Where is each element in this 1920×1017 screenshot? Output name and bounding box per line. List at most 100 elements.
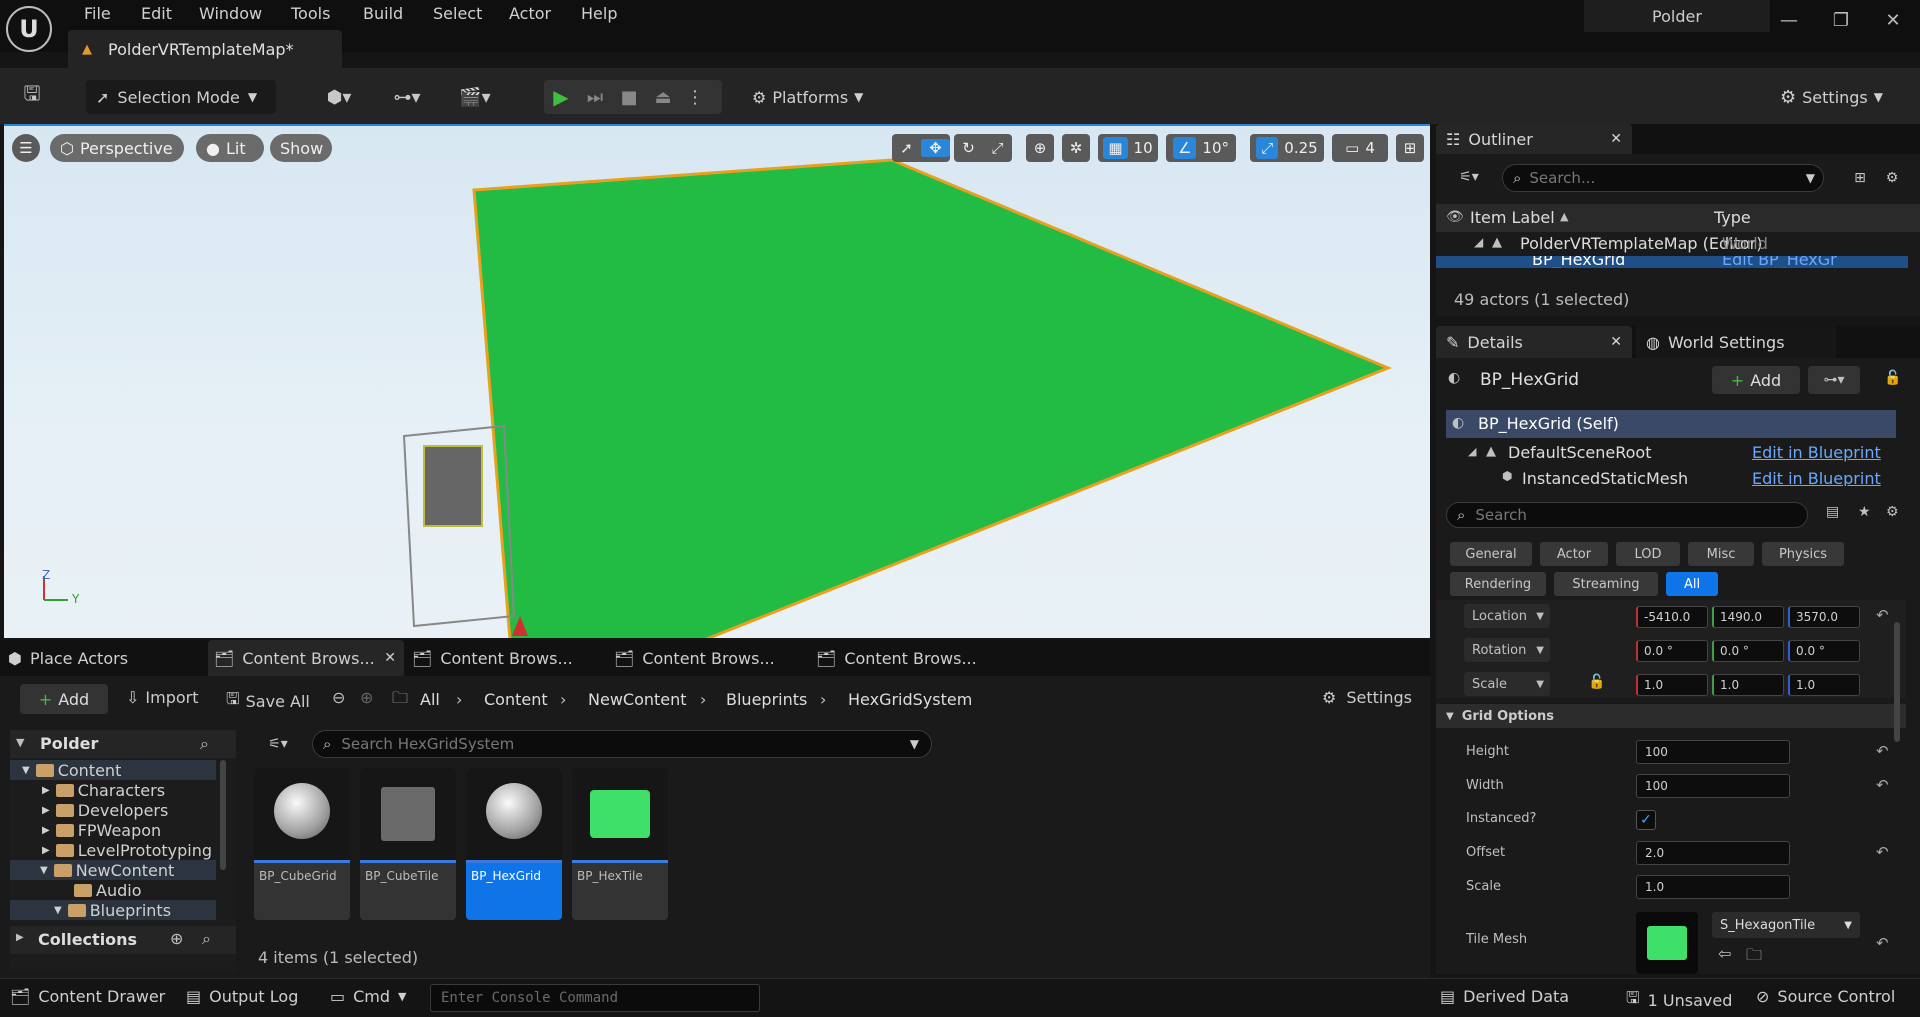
- add-actor-icon[interactable]: ⬢▾: [316, 84, 362, 110]
- translate-tool-icon[interactable]: ✥: [921, 139, 950, 157]
- rotation-snap-button[interactable]: ∠ 10°: [1166, 134, 1236, 162]
- stop-icon[interactable]: ■: [612, 87, 646, 108]
- offset-field[interactable]: 2.0: [1636, 841, 1790, 865]
- filter-general[interactable]: General: [1450, 542, 1532, 566]
- outliner-row-type[interactable]: Edit BP_HexGr: [1722, 256, 1837, 268]
- filter-lod[interactable]: LOD: [1616, 542, 1680, 566]
- world-local-icon[interactable]: ⊕: [1026, 134, 1054, 162]
- root-folder-header[interactable]: ▼ Polder ⌕: [10, 730, 236, 758]
- cb-add-button[interactable]: + Add: [20, 684, 108, 714]
- expand-icon[interactable]: ◢: [1468, 445, 1476, 458]
- rotation-x-field[interactable]: 0.0 °: [1636, 640, 1708, 662]
- play-icon[interactable]: ▶: [544, 85, 578, 109]
- menu-build[interactable]: Build: [363, 4, 403, 23]
- height-field[interactable]: 100: [1636, 740, 1790, 764]
- lit-button[interactable]: ● Lit: [196, 134, 264, 162]
- search-icon[interactable]: ⌕: [200, 734, 209, 754]
- asset-tile[interactable]: BP_HexTile: [572, 768, 668, 920]
- location-y-field[interactable]: 1490.0: [1712, 606, 1784, 628]
- advance-frame-icon[interactable]: ⏭: [578, 87, 612, 108]
- menu-actor[interactable]: Actor: [509, 4, 551, 23]
- derived-data-button[interactable]: ▤ Derived Data: [1440, 987, 1569, 1006]
- layout-icon[interactable]: ⊞: [1396, 134, 1424, 162]
- forward-icon[interactable]: ⊕: [360, 688, 373, 707]
- close-tab-icon[interactable]: ✕: [1610, 131, 1622, 147]
- menu-select[interactable]: Select: [433, 4, 482, 23]
- col-item-label[interactable]: Item Label: [1470, 208, 1555, 227]
- use-selected-icon[interactable]: ⇦: [1718, 944, 1731, 963]
- platforms-dropdown[interactable]: ⚙ Platforms ▼: [752, 80, 888, 114]
- location-dropdown[interactable]: Location ▼: [1464, 604, 1550, 628]
- details-scrollbar[interactable]: [1894, 622, 1900, 742]
- lock-icon[interactable]: 🔓: [1884, 370, 1901, 386]
- tree-scrollbar[interactable]: [220, 760, 226, 870]
- breadcrumb-content[interactable]: Content: [484, 690, 548, 709]
- menu-window[interactable]: Window: [199, 4, 262, 23]
- tab-outliner[interactable]: ☷ Outliner ✕: [1436, 124, 1632, 154]
- scale-dropdown[interactable]: Scale ▼: [1464, 672, 1550, 696]
- minimize-icon[interactable]: —: [1766, 2, 1812, 38]
- asset-tile[interactable]: BP_CubeGrid: [254, 768, 350, 920]
- table-row[interactable]: ◢ ▲ PolderVRTemplateMap (Editor) World: [1436, 232, 1908, 256]
- scale-x-field[interactable]: 1.0: [1636, 674, 1708, 696]
- tree-item-characters[interactable]: ▶ Characters: [10, 780, 165, 800]
- source-control-button[interactable]: ⊘ Source Control: [1756, 987, 1895, 1006]
- blueprint-icon[interactable]: ⊶▾: [384, 84, 430, 110]
- component-row-self[interactable]: ◐ BP_HexGrid (Self): [1446, 410, 1896, 438]
- tile-mesh-thumbnail[interactable]: [1636, 912, 1698, 974]
- breadcrumb-hexgridsystem[interactable]: HexGridSystem: [848, 690, 972, 709]
- add-collection-icon[interactable]: ⊕: [170, 929, 183, 948]
- instanced-checkbox[interactable]: ✓: [1636, 810, 1656, 830]
- close-tab-icon[interactable]: ✕: [384, 650, 396, 666]
- scale-tool-icon[interactable]: ⤢: [983, 139, 1012, 157]
- reset-icon[interactable]: ↶: [1876, 742, 1889, 760]
- tree-item-blueprints[interactable]: ▼ Blueprints: [10, 900, 216, 920]
- location-z-field[interactable]: 3570.0: [1788, 606, 1860, 628]
- content-drawer-button[interactable]: 🗂 Content Drawer: [10, 987, 165, 1006]
- menu-tools[interactable]: Tools: [291, 4, 330, 23]
- star-icon[interactable]: ★: [1858, 504, 1871, 520]
- tab-content-browser-4[interactable]: 🗂 Content Brows...: [816, 640, 1012, 676]
- hex-grid-plane[interactable]: [472, 158, 1392, 638]
- add-component-button[interactable]: + Add: [1712, 366, 1800, 394]
- perspective-button[interactable]: ⬡ Perspective: [50, 134, 184, 162]
- collections-header[interactable]: ▶ Collections ⊕ ⌕: [10, 926, 236, 954]
- details-search-input[interactable]: ⌕ Search: [1446, 502, 1808, 528]
- cb-settings-button[interactable]: ⚙ Settings: [1322, 688, 1412, 707]
- edit-in-blueprint-link[interactable]: Edit in Blueprint: [1752, 469, 1881, 486]
- search-icon[interactable]: ⌕: [202, 929, 211, 949]
- settings-dropdown[interactable]: ⚙ Settings ▼: [1780, 80, 1900, 114]
- gear-icon[interactable]: ⚙: [1886, 504, 1899, 520]
- cinematics-icon[interactable]: 🎬▾: [452, 84, 498, 110]
- grid-options-header[interactable]: ▼ Grid Options: [1436, 704, 1906, 728]
- tab-place-actors[interactable]: ⬢ Place Actors: [8, 640, 204, 676]
- filter-all[interactable]: All: [1666, 572, 1718, 596]
- grid-snap-button[interactable]: ▦ 10: [1098, 134, 1158, 162]
- gear-icon[interactable]: ⚙: [1880, 166, 1904, 190]
- import-button[interactable]: ⇩ Import: [126, 688, 199, 707]
- menu-edit[interactable]: Edit: [141, 4, 172, 23]
- back-icon[interactable]: ⊖: [332, 688, 345, 707]
- reset-icon[interactable]: ↶: [1876, 606, 1889, 624]
- tab-content-browser-3[interactable]: 🗂 Content Brows...: [614, 640, 810, 676]
- viewport-menu-icon[interactable]: ☰: [12, 134, 40, 162]
- browse-icon[interactable]: 🗀: [1746, 944, 1762, 971]
- filter-actor[interactable]: Actor: [1540, 542, 1608, 566]
- save-all-button[interactable]: 🖫 Save All: [226, 688, 310, 715]
- surface-snap-icon[interactable]: ✲: [1062, 134, 1090, 162]
- lock-scale-icon[interactable]: 🔓: [1588, 674, 1605, 690]
- blueprint-options-button[interactable]: ⊶▾: [1808, 366, 1860, 394]
- scale-z-field[interactable]: 1.0: [1788, 674, 1860, 696]
- component-row[interactable]: ⬢ InstancedStaticMesh Edit in Blueprint: [1446, 468, 1896, 486]
- level-viewport[interactable]: Z Y ☰ ⬡ Perspective ● Lit Show ➚ ✥ ↻ ⤢ ⊕…: [4, 124, 1430, 638]
- breadcrumb-all[interactable]: All: [420, 690, 440, 709]
- breadcrumb-newcontent[interactable]: NewContent: [588, 690, 687, 709]
- filter-icon[interactable]: ⚟▾: [1450, 166, 1488, 188]
- asset-tile[interactable]: BP_CubeTile: [360, 768, 456, 920]
- restore-icon[interactable]: ❐: [1818, 2, 1864, 38]
- new-folder-icon[interactable]: ⊞: [1848, 166, 1872, 190]
- grid-scale-field[interactable]: 1.0: [1636, 875, 1790, 899]
- width-field[interactable]: 100: [1636, 774, 1790, 798]
- breadcrumb-blueprints[interactable]: Blueprints: [726, 690, 807, 709]
- table-view-icon[interactable]: ▤: [1826, 504, 1839, 520]
